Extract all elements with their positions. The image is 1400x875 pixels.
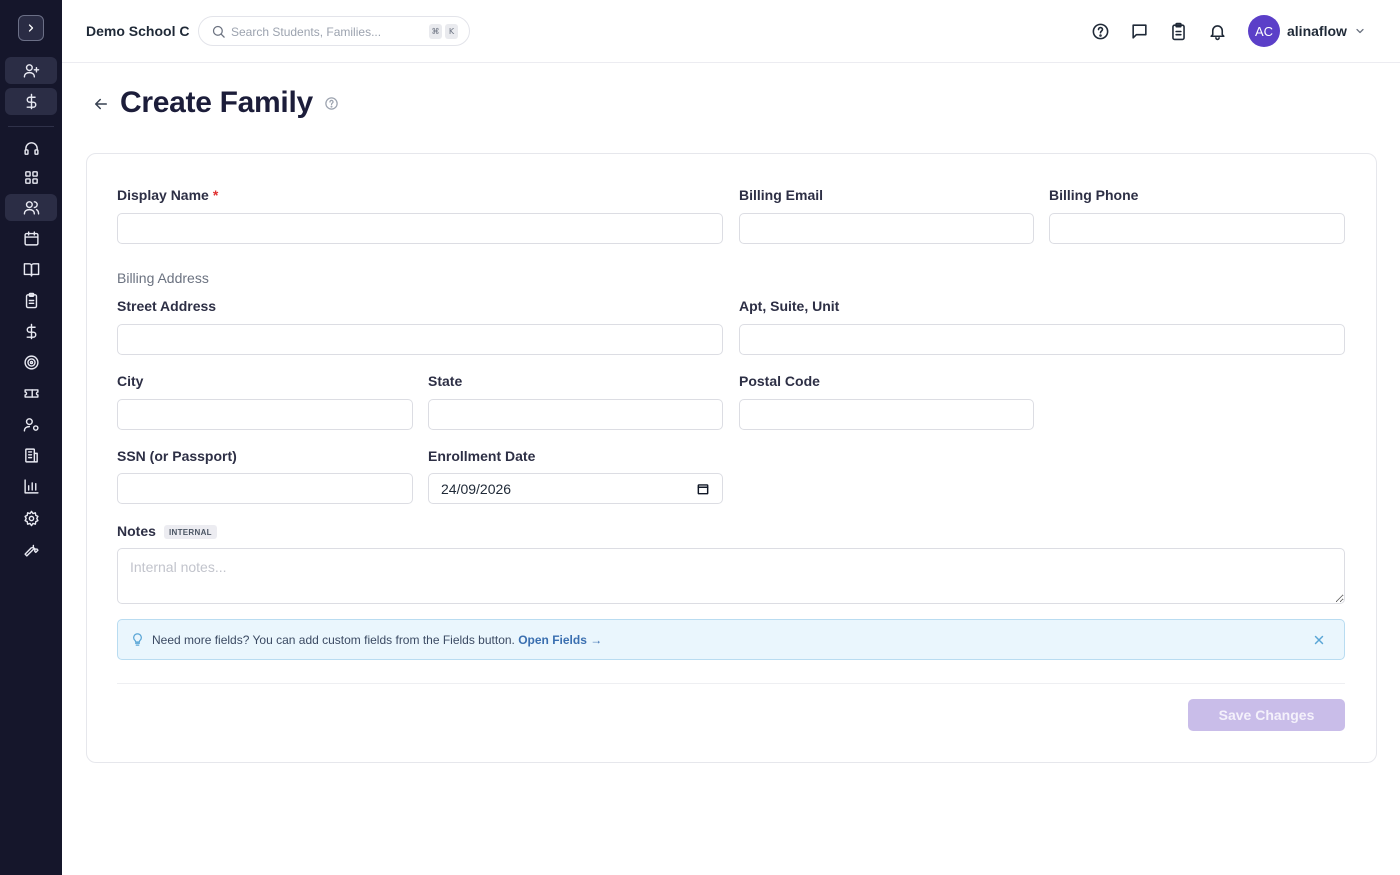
enrollment-date-label: Enrollment Date — [428, 448, 536, 464]
sidebar-item-payments[interactable] — [5, 88, 57, 115]
ticket-icon — [23, 389, 39, 398]
help-button[interactable] — [1089, 20, 1111, 42]
notes-field[interactable] — [117, 548, 1345, 604]
open-fields-link[interactable]: Open Fields → — [518, 633, 602, 647]
sidebar-item-courses[interactable] — [5, 256, 57, 283]
form-divider — [117, 683, 1345, 684]
required-marker: * — [212, 187, 219, 203]
headset-icon — [23, 142, 39, 155]
billing-address-section-title: Billing Address — [117, 270, 209, 286]
back-arrow-icon[interactable] — [92, 95, 110, 113]
apt-suite-unit-field[interactable] — [739, 324, 1345, 355]
custom-fields-tip: Need more fields? You can add custom fie… — [117, 619, 1345, 660]
calendar-icon[interactable] — [696, 482, 710, 496]
dollar-icon — [26, 93, 36, 110]
calendar-icon — [23, 231, 39, 246]
sidebar-item-tickets[interactable] — [5, 380, 57, 407]
tasks-button[interactable] — [1167, 20, 1189, 42]
help-circle-icon[interactable] — [324, 96, 339, 111]
sidebar-item-families[interactable] — [5, 194, 57, 221]
billing-phone-field[interactable] — [1049, 213, 1345, 244]
notes-label: Notes — [117, 523, 156, 539]
sidebar-item-settings[interactable] — [5, 505, 57, 532]
chevron-down-icon[interactable] — [1354, 25, 1366, 37]
dashboard-grid-icon — [24, 171, 38, 184]
sidebar-item-support[interactable] — [5, 135, 57, 162]
enrollment-date-value: 24/09/2026 — [441, 480, 512, 497]
bell-icon — [1209, 24, 1225, 40]
sidebar-item-goals[interactable] — [5, 349, 57, 376]
billing-phone-label: Billing Phone — [1049, 187, 1139, 203]
wrench-icon — [23, 544, 39, 557]
close-icon[interactable] — [1312, 633, 1326, 647]
city-label: City — [117, 373, 144, 389]
gear-icon — [23, 510, 39, 527]
postal-code-label: Postal Code — [739, 373, 820, 389]
chevron-right-icon — [28, 24, 34, 32]
sidebar-item-dashboard[interactable] — [5, 164, 57, 191]
lightbulb-icon — [133, 633, 142, 646]
apt-suite-unit-label: Apt, Suite, Unit — [739, 298, 840, 314]
street-address-field[interactable] — [117, 324, 723, 355]
avatar[interactable]: AC — [1248, 15, 1280, 47]
username[interactable]: alinaflow — [1287, 23, 1347, 39]
sidebar — [0, 0, 62, 875]
billing-email-label: Billing Email — [739, 187, 824, 203]
global-search[interactable]: ⌘ K — [198, 16, 470, 46]
state-field[interactable] — [428, 399, 723, 430]
city-field[interactable] — [117, 399, 413, 430]
sidebar-item-assignments[interactable] — [5, 287, 57, 314]
ssn-field[interactable] — [117, 473, 413, 504]
tip-message: Need more fields? You can add custom fie… — [152, 633, 603, 647]
street-address-label: Street Address — [117, 298, 217, 314]
ssn-label: SSN (or Passport) — [117, 448, 237, 464]
dollar-icon — [26, 323, 36, 340]
sidebar-item-reports[interactable] — [5, 473, 57, 500]
sidebar-item-billing[interactable] — [5, 318, 57, 345]
sidebar-item-add-student[interactable] — [5, 57, 57, 84]
postal-code-field[interactable] — [739, 399, 1034, 430]
bar-chart-icon — [23, 479, 39, 494]
messages-button[interactable] — [1128, 20, 1150, 42]
sidebar-expand-button[interactable] — [18, 15, 44, 41]
display-name-label: Display Name * — [117, 187, 219, 203]
user-cog-icon — [23, 418, 39, 432]
shortcut-key-k: K — [445, 24, 458, 39]
search-input[interactable] — [231, 22, 421, 42]
help-circle-icon — [1092, 23, 1108, 39]
notifications-button[interactable] — [1206, 20, 1228, 42]
page-title: Create Family — [120, 86, 313, 119]
sidebar-item-schools[interactable] — [5, 442, 57, 469]
building-icon — [24, 448, 38, 463]
sidebar-divider — [8, 126, 54, 127]
sidebar-item-calendar[interactable] — [5, 225, 57, 252]
target-icon — [23, 355, 39, 370]
school-name[interactable]: Demo School C — [86, 23, 189, 39]
family-form-card — [86, 153, 1377, 763]
user-plus-icon — [23, 64, 39, 78]
book-icon — [23, 263, 39, 277]
message-square-icon — [1131, 23, 1147, 39]
top-header: Demo School C ⌘ K AC alinaflow — [62, 0, 1400, 63]
clipboard-icon — [25, 292, 37, 309]
billing-email-field[interactable] — [739, 213, 1034, 244]
users-icon — [23, 201, 39, 215]
sidebar-item-tools[interactable] — [5, 536, 57, 563]
save-changes-button[interactable]: Save Changes — [1188, 699, 1345, 731]
sidebar-item-staff[interactable] — [5, 411, 57, 438]
clipboard-icon — [1171, 22, 1185, 40]
display-name-field[interactable] — [117, 213, 723, 244]
internal-badge: INTERNAL — [164, 525, 217, 539]
shortcut-key-cmd: ⌘ — [429, 24, 442, 39]
search-icon — [212, 25, 225, 38]
state-label: State — [428, 373, 463, 389]
enrollment-date-field[interactable]: 24/09/2026 — [428, 473, 723, 504]
